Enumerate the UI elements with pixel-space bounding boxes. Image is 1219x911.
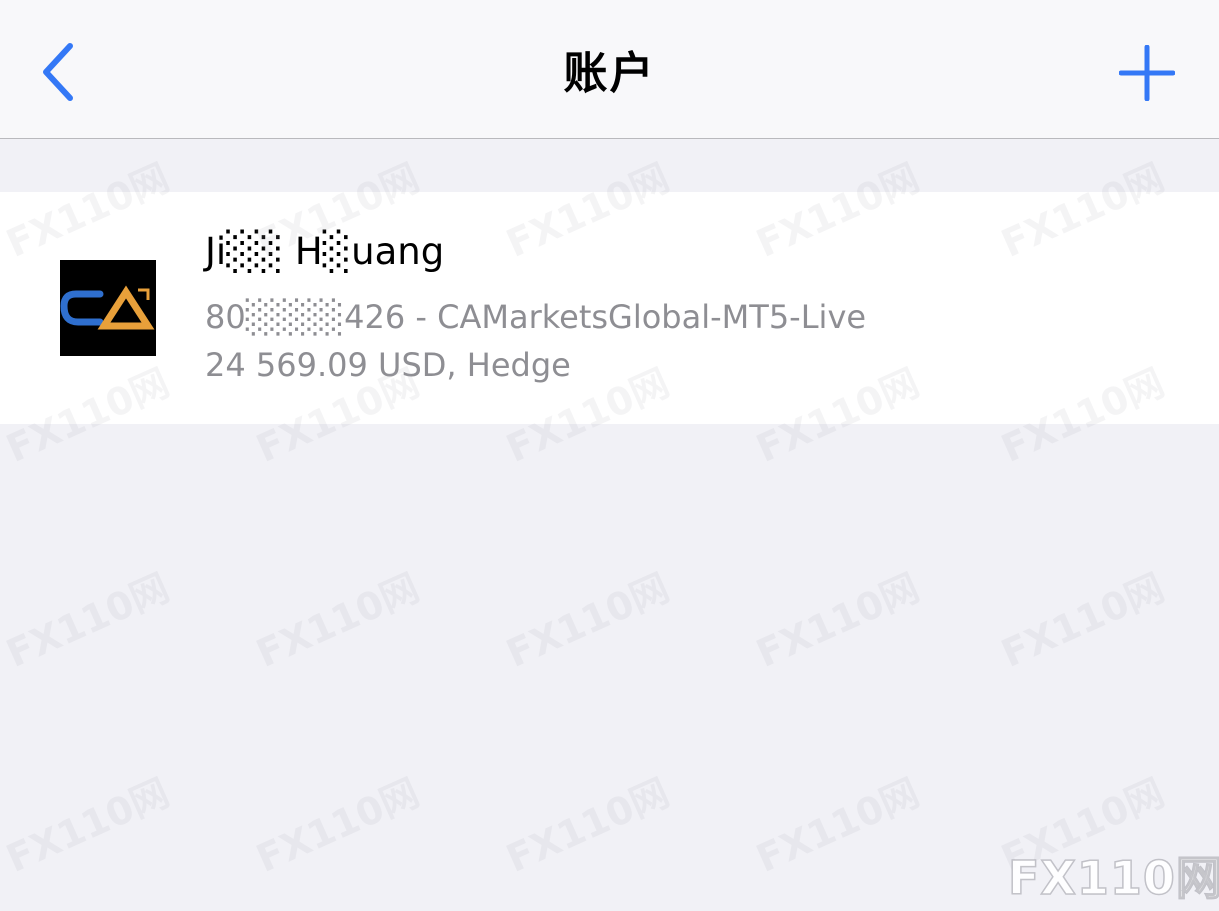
account-name: Ji░░ H░uang: [205, 230, 445, 273]
navigation-bar: 账户: [0, 0, 1219, 139]
account-list: Ji░░ H░uang 80░░░░426 - CAMarketsGlobal-…: [0, 192, 1219, 424]
broker-logo: [60, 260, 156, 356]
account-row[interactable]: Ji░░ H░uang 80░░░░426 - CAMarketsGlobal-…: [0, 192, 1219, 424]
account-server-line: 80░░░░426 - CAMarketsGlobal-MT5-Live: [205, 298, 867, 336]
watermark: FX110网: [0, 770, 176, 881]
watermark: FX110网: [499, 565, 676, 676]
account-balance-line: 24 569.09 USD, Hedge: [205, 346, 571, 384]
add-account-button[interactable]: [1112, 38, 1182, 108]
watermark: FX110网: [994, 565, 1171, 676]
watermark: FX110网: [749, 565, 926, 676]
watermark: FX110网: [499, 770, 676, 881]
corner-logo: FX110网: [1007, 850, 1219, 906]
page-title: 账户: [563, 48, 656, 99]
plus-icon: [1119, 45, 1175, 101]
watermark: FX110网: [749, 770, 926, 881]
back-button[interactable]: [28, 36, 88, 108]
watermark: FX110网: [249, 565, 426, 676]
watermark: FX110网: [0, 565, 176, 676]
chevron-left-icon: [43, 43, 73, 101]
watermark: FX110网: [249, 770, 426, 881]
